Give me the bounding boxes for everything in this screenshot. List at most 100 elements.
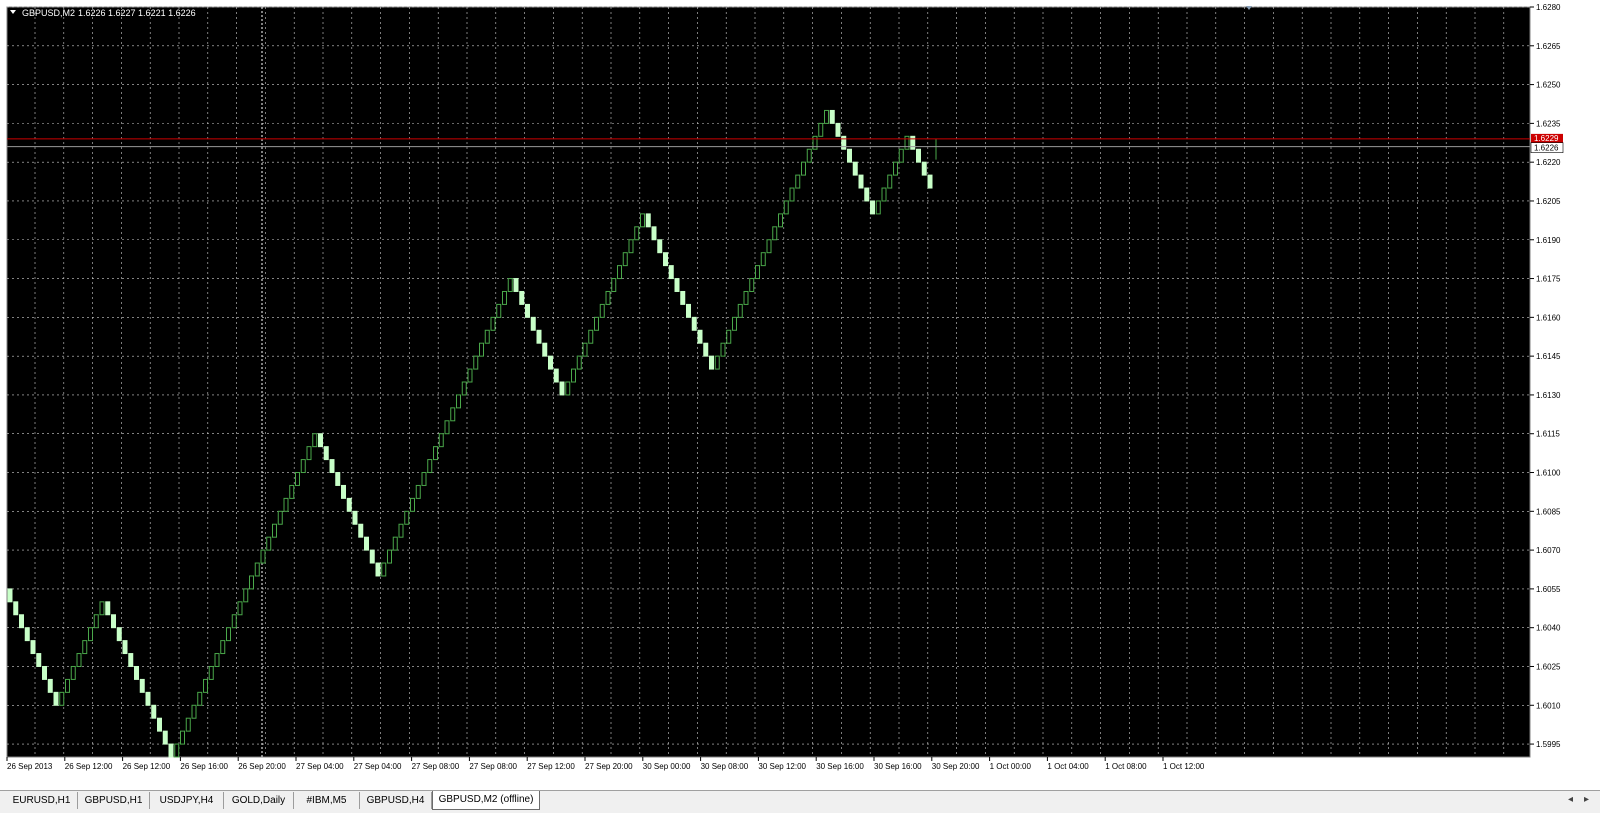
renko-brick-down [318, 433, 323, 448]
renko-brick-down [697, 329, 703, 344]
renko-brick-down [323, 446, 329, 461]
renko-brick-up [732, 316, 737, 331]
time-tick-label: 30 Sep 08:00 [701, 762, 749, 771]
renko-brick-up [565, 381, 571, 396]
renko-brick-down [553, 368, 559, 383]
time-tick-label: 30 Sep 16:00 [816, 762, 864, 771]
renko-brick-up [479, 342, 484, 357]
plot-area[interactable] [6, 6, 1531, 758]
price-tick-label: 1.6070 [1536, 546, 1561, 555]
renko-brick-down [841, 135, 847, 150]
time-tick-label: 27 Sep 08:00 [412, 762, 460, 771]
renko-brick-down [116, 627, 122, 642]
renko-brick-down [162, 730, 168, 745]
renko-brick-up [421, 472, 427, 486]
renko-brick-up [312, 433, 318, 448]
chart-canvas[interactable]: 1.6280 1.6265 1.6250 1.6235 1.6220 1.6205 1.61… [0, 0, 1600, 790]
price-tick-label: 1.6235 [1536, 119, 1561, 128]
tab-eurusd-h1[interactable]: EURUSD,H1 [6, 792, 78, 809]
renko-brick-up [599, 303, 605, 318]
renko-brick-up [594, 316, 599, 331]
renko-brick-up [628, 239, 634, 254]
renko-brick-down [668, 265, 674, 280]
renko-brick-down [542, 342, 548, 357]
renko-brick-up [893, 161, 898, 176]
renko-brick-down [128, 653, 134, 667]
time-tick-label: 26 Sep 16:00 [180, 762, 228, 771]
price-tick-label: 1.6145 [1536, 352, 1561, 361]
renko-brick-down [548, 355, 553, 370]
renko-brick-up [427, 459, 433, 474]
time-tick-label: 27 Sep 08:00 [469, 762, 517, 771]
renko-brick-up [496, 303, 502, 318]
renko-brick-down [341, 484, 346, 499]
price-tick-label: 1.6130 [1536, 391, 1561, 400]
time-tick-label: 30 Sep 20:00 [932, 762, 980, 771]
renko-brick-up [473, 355, 479, 370]
renko-brick-up [766, 239, 772, 254]
renko-brick-up [456, 394, 461, 409]
renko-brick-down [157, 717, 162, 732]
renko-brick-up [415, 484, 421, 499]
renko-brick-up [283, 497, 289, 512]
renko-brick-up [507, 278, 513, 292]
renko-brick-up [277, 510, 283, 525]
renko-brick-up [582, 342, 588, 357]
tab--ibm-m5[interactable]: #IBM,M5 [294, 792, 360, 809]
renko-brick-down [42, 665, 47, 680]
scroll-left-icon[interactable]: ◂ [1568, 794, 1573, 805]
renko-brick-down [870, 200, 875, 215]
renko-brick-down [916, 148, 921, 163]
renko-brick-down [864, 187, 870, 202]
tab-gbpusd-h4[interactable]: GBPUSD,H4 [360, 792, 432, 809]
time-tick-label: 1 Oct 08:00 [1105, 762, 1147, 771]
renko-brick-down [364, 536, 369, 551]
renko-brick-up [387, 549, 392, 564]
tab-gbpusd-m2-offline[interactable]: GBPUSD,M2 (offline) [432, 791, 540, 810]
renko-brick-down [657, 239, 663, 254]
renko-brick-down [536, 329, 542, 344]
renko-brick-up [605, 290, 611, 305]
renko-brick-up [59, 691, 65, 706]
renko-brick-down [7, 588, 13, 603]
renko-brick-down [151, 704, 157, 719]
time-tick-label: 27 Sep 04:00 [296, 762, 344, 771]
price-tick-label: 1.6220 [1536, 158, 1561, 167]
renko-brick-down [829, 109, 835, 124]
time-tick-label: 27 Sep 12:00 [527, 762, 575, 771]
tab-gold-daily[interactable]: GOLD,Daily [224, 792, 294, 809]
renko-brick-up [720, 342, 726, 357]
renko-brick-up [726, 329, 732, 344]
time-tick-label: 26 Sep 12:00 [123, 762, 171, 771]
renko-brick-down [111, 614, 116, 629]
renko-brick-up [824, 109, 829, 124]
renko-brick-down [358, 523, 364, 538]
renko-brick-down [47, 678, 53, 693]
price-tick-label: 1.6025 [1536, 662, 1561, 671]
time-tick-label: 26 Sep 2013 [7, 762, 53, 771]
renko-brick-up [220, 640, 226, 655]
time-tick-label: 26 Sep 20:00 [238, 762, 286, 771]
renko-brick-down [835, 122, 841, 137]
renko-brick-up [444, 420, 450, 435]
renko-brick-up [461, 381, 467, 396]
price-tick-label: 1.6175 [1536, 275, 1561, 284]
renko-brick-down [36, 653, 42, 667]
tab-gbpusd-h1[interactable]: GBPUSD,H1 [78, 792, 150, 809]
renko-brick-down [19, 614, 24, 629]
tab-usdjpy-h4[interactable]: USDJPY,H4 [150, 792, 224, 809]
renko-brick-down [921, 161, 927, 176]
renko-brick-down [329, 459, 335, 474]
time-tick-label: 1 Oct 00:00 [990, 762, 1032, 771]
renko-brick-up [778, 213, 783, 228]
renko-brick-up [640, 213, 645, 228]
scroll-right-icon[interactable]: ▸ [1584, 794, 1589, 805]
renko-brick-up [806, 148, 812, 163]
renko-brick-down [145, 691, 151, 706]
price-tick-label: 1.6265 [1536, 42, 1561, 51]
renko-brick-down [30, 640, 36, 655]
renko-brick-down [709, 355, 714, 370]
renko-brick-up [467, 368, 473, 383]
renko-brick-up [714, 355, 720, 370]
renko-brick-down [139, 678, 145, 693]
